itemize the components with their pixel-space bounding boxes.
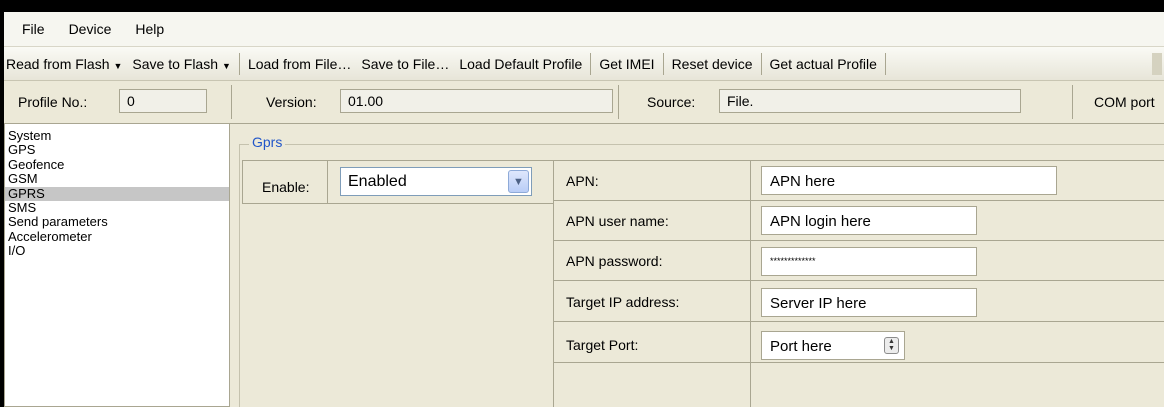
- save-to-file-button[interactable]: Save to File…: [356, 56, 454, 72]
- enable-dropdown[interactable]: Enabled ▼: [340, 167, 532, 196]
- toolbar-separator: [238, 52, 240, 75]
- load-default-profile-button[interactable]: Load Default Profile: [454, 56, 587, 72]
- get-imei-button[interactable]: Get IMEI: [594, 56, 659, 72]
- load-from-file-button[interactable]: Load from File…: [243, 56, 356, 72]
- target-port-value: Port here: [770, 338, 832, 355]
- main-window: File Device Help Read from Flash ▼ Save t…: [4, 12, 1164, 407]
- menu-help[interactable]: Help: [123, 21, 176, 37]
- table-row-target-ip: Target IP address: Server IP here: [554, 282, 1164, 322]
- profile-info-bar: Profile No.: 0 Version: 01.00 Source: Fi…: [4, 81, 1164, 124]
- sidebar-item-gps[interactable]: GPS: [5, 143, 229, 157]
- source-label: Source:: [647, 94, 696, 110]
- gprs-parameters-table: APN: APN here APN user name: APN login h…: [553, 160, 1164, 407]
- sidebar-item-gsm[interactable]: GSM: [5, 171, 229, 186]
- profile-no-field: 0: [119, 89, 207, 113]
- toolbar-separator: [590, 52, 592, 75]
- info-separator: [1072, 85, 1073, 119]
- gprs-group-title: Gprs: [249, 134, 286, 150]
- sidebar-item-system[interactable]: System: [5, 128, 229, 143]
- table-row-apn: APN: APN here: [554, 161, 1164, 201]
- version-label: Version:: [266, 94, 317, 110]
- target-ip-input[interactable]: Server IP here: [761, 288, 977, 317]
- apn-user-name-label: APN user name:: [566, 213, 669, 229]
- sidebar-item-io[interactable]: I/O: [5, 243, 229, 258]
- sidebar-item-send-parameters[interactable]: Send parameters: [5, 215, 229, 229]
- apn-input[interactable]: APN here: [761, 166, 1057, 195]
- target-port-stepper[interactable]: Port here ▲ ▼: [761, 331, 905, 360]
- version-field: 01.00: [340, 89, 613, 113]
- toolbar-separator: [760, 52, 762, 75]
- enable-dropdown-value: Enabled: [348, 173, 407, 190]
- chevron-down-icon[interactable]: ▼: [508, 170, 529, 193]
- profile-no-label: Profile No.:: [18, 94, 88, 110]
- apn-label: APN:: [566, 173, 599, 189]
- chevron-down-icon: ▼: [113, 60, 123, 71]
- sidebar-item-geofence[interactable]: Geofence: [5, 157, 229, 172]
- table-row-target-port: Target Port: Port here ▲ ▼: [554, 323, 1164, 363]
- settings-category-list: System GPS Geofence GSM GPRS SMS Send pa…: [4, 124, 230, 407]
- menu-bar: File Device Help: [4, 12, 1164, 47]
- table-row-apn-user: APN user name: APN login here: [554, 201, 1164, 241]
- toolbar-separator: [662, 52, 664, 75]
- save-to-flash-button[interactable]: Save to Flash ▼: [127, 56, 236, 72]
- menu-device[interactable]: Device: [57, 21, 124, 37]
- sidebar-item-gprs[interactable]: GPRS: [5, 186, 229, 201]
- toolbar: Read from Flash ▼ Save to Flash ▼ Load fro…: [4, 47, 1164, 81]
- apn-password-input[interactable]: *************: [761, 247, 977, 276]
- target-port-label: Target Port:: [566, 337, 639, 353]
- read-from-flash-button[interactable]: Read from Flash ▼: [4, 56, 127, 72]
- get-actual-profile-button[interactable]: Get actual Profile: [765, 56, 882, 72]
- sidebar-item-accelerometer[interactable]: Accelerometer: [5, 229, 229, 244]
- apn-password-label: APN password:: [566, 253, 663, 269]
- menu-file[interactable]: File: [4, 21, 57, 37]
- source-field: File.: [719, 89, 1021, 113]
- read-from-flash-label: Read from Flash: [6, 55, 110, 72]
- enable-separator: [327, 161, 328, 203]
- target-ip-label: Target IP address:: [566, 294, 680, 310]
- toolbar-separator: [884, 52, 886, 75]
- toolbar-overflow-grip[interactable]: [1152, 53, 1162, 75]
- com-port-label: COM port: [1094, 94, 1155, 110]
- info-separator: [231, 85, 232, 119]
- reset-device-button[interactable]: Reset device: [667, 56, 758, 72]
- chevron-down-icon: ▼: [222, 60, 231, 71]
- save-to-flash-label: Save to Flash: [132, 55, 219, 72]
- enable-label: Enable:: [262, 179, 310, 195]
- sidebar-item-sms[interactable]: SMS: [5, 200, 229, 215]
- info-separator: [618, 85, 619, 119]
- table-row-apn-password: APN password: *************: [554, 241, 1164, 281]
- spin-arrows-icon[interactable]: ▲ ▼: [884, 337, 899, 354]
- apn-user-name-input[interactable]: APN login here: [761, 206, 977, 235]
